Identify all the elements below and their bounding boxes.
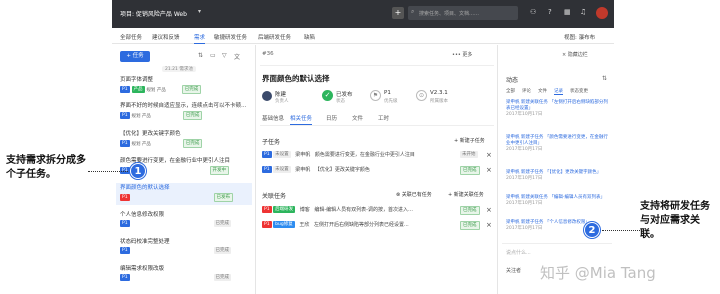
annotation-badge-2: 2 — [584, 222, 600, 238]
assignee-name[interactable]: 陈建 — [275, 90, 286, 98]
project-title[interactable]: 项目: 促销风险产品 Web — [120, 9, 187, 18]
top-bar: 项目: 促销风险产品 Web ▾ + ⌕ 搜索任务、项目、文档…… ⚇ ? ▦ … — [112, 0, 614, 28]
assignee-label: 负责人 — [275, 99, 289, 104]
tab-hours[interactable]: 工时 — [378, 114, 389, 122]
subtasks-title: 子任务 — [262, 139, 281, 146]
annotation-badge-1: 1 — [130, 163, 146, 179]
check-circle-icon: ✓ — [322, 90, 333, 101]
annotation-line — [88, 171, 130, 172]
tab-basic-info[interactable]: 基础信息 — [262, 114, 284, 122]
new-subtask-button[interactable]: + 新建子任务 — [454, 137, 485, 144]
avatar[interactable] — [596, 7, 608, 19]
related-title: 关联任务 — [262, 193, 287, 200]
status-label: 状态 — [336, 99, 345, 104]
priority-label: 优先级 — [384, 99, 398, 104]
list-item[interactable]: 个人信息修改权限 P1 已完成 — [120, 210, 250, 230]
help-icon[interactable]: ? — [548, 8, 552, 16]
tab-all[interactable]: 全部 — [506, 88, 515, 94]
tab-requirements[interactable]: 需求 — [194, 33, 206, 44]
hide-sidebar-button[interactable]: × 隐藏边栏 — [562, 51, 588, 58]
tab-related-tasks[interactable]: 相关任务 — [290, 114, 313, 125]
activity-item: 梁申帆 新建子任务 「颜色需要进行变更，在金融行业中更引人注目」 2017年10月… — [506, 135, 608, 152]
folder-icon[interactable]: ▭ — [210, 52, 216, 59]
annotation-right: 支持将研发任务与对应需求关联。 — [640, 201, 710, 240]
list-item-selected[interactable]: 界面颜色的默认选择 P1 已发布 — [116, 183, 252, 205]
list-item[interactable]: 页面字体调整 P1 产品 规划 产品 已完成 — [120, 75, 250, 95]
activity-panel: × 隐藏边栏 动态 ⇅ 全部 评论 文件 记录 状态变更 梁申帆 新建关联任务 … — [497, 45, 614, 294]
version-label: 所属版本 — [430, 99, 448, 104]
new-task-button[interactable]: + 任务 — [120, 51, 150, 62]
close-icon[interactable]: × — [486, 151, 492, 159]
tab-status-changes[interactable]: 状态变更 — [570, 88, 588, 94]
flag-icon: ⚑ — [370, 90, 381, 101]
tab-feedback[interactable]: 建议和反馈 — [152, 33, 180, 41]
view-switch[interactable]: 视图: 瀑布布 — [564, 33, 595, 41]
task-detail: #36 ••• 更多 界面颜色的默认选择 陈建 负责人 ✓ 已发布 状态 ⚑ P… — [256, 45, 497, 294]
link-existing-button[interactable]: ⊗ 关联已有任务 — [396, 191, 432, 198]
close-icon[interactable]: × — [486, 206, 492, 214]
activity-title: 动态 — [506, 77, 519, 84]
grid-icon[interactable]: ▦ — [564, 8, 571, 16]
tab-files[interactable]: 文件 — [538, 88, 547, 94]
filter-icon[interactable]: ▽ — [222, 52, 227, 59]
search-icon: ⌕ — [411, 8, 415, 15]
sort-icon[interactable]: ⇅ — [602, 75, 607, 82]
related-row[interactable]: P1 后端研发 博客 编辑-编辑人员有双列表-调的按，首次进入… 已完成 × — [262, 206, 492, 215]
tab-agile[interactable]: 敏捷研发任务 — [214, 33, 247, 41]
search-placeholder: 搜索任务、项目、文档…… — [419, 11, 480, 17]
list-item[interactable]: 【优化】更改关键字颜色 P1 规划 产品 已完成 — [120, 129, 250, 149]
status-value[interactable]: 已发布 — [336, 90, 353, 98]
activity-item: 梁申帆 新建关联任务 「编辑-编辑人员有双列表」 2017年10月17日 — [506, 195, 605, 206]
tab-files[interactable]: 文件 — [352, 114, 363, 122]
tab-bugs[interactable]: 缺陷 — [304, 33, 315, 41]
subtask-row[interactable]: P1 未设置 梁申帆 颜色需要进行变更，在金融行业中更引人注目 未开始 × — [262, 151, 492, 159]
add-button[interactable]: + — [392, 7, 404, 19]
task-id: #36 — [262, 51, 274, 57]
followers-label: 关注者 — [506, 268, 522, 274]
more-button[interactable]: ••• 更多 — [452, 51, 472, 58]
version-icon: ⊙ — [416, 90, 427, 101]
activity-item: 梁申帆 新建子任务 「【优化】更改关键字颜色」 2017年10月17日 — [506, 170, 602, 181]
avatar — [262, 91, 272, 101]
comment-input[interactable]: 说点什么... — [506, 249, 531, 256]
list-item[interactable]: 界面不好的时候自适应显示，连续点击可以不卡顿… P1 规划 产品 已完成 — [120, 101, 250, 121]
list-item[interactable]: 状态码校准完整处理 P1 已完成 — [120, 237, 250, 257]
tab-backend[interactable]: 后端研发任务 — [258, 33, 291, 41]
watermark: 知乎 @Mia Tang — [540, 264, 656, 282]
list-item[interactable]: 编辑需求权限改版 P1 已完成 — [120, 264, 250, 284]
close-icon[interactable]: × — [486, 166, 492, 174]
text-icon[interactable]: 文 — [234, 52, 240, 61]
nav-tabs: 全部任务 建议和反馈 需求 敏捷研发任务 后端研发任务 缺陷 视图: 瀑布布 — [112, 28, 614, 44]
task-title[interactable]: 界面颜色的默认选择 — [262, 73, 330, 84]
tab-comments[interactable]: 评论 — [522, 88, 531, 94]
close-icon[interactable]: × — [486, 221, 492, 229]
sort-icon[interactable]: ⇅ — [198, 52, 203, 59]
group-header: 21.21 需求池 — [162, 66, 196, 72]
subtask-row[interactable]: P1 未设置 梁申帆 【优化】更改关键字颜色 已完成 × — [262, 166, 492, 175]
activity-item: 梁申帆 新建关联任务 「左侧打开后右侧缺陷部分列表已经设置」 2017年10月17… — [506, 100, 608, 117]
tab-all-tasks[interactable]: 全部任务 — [120, 33, 142, 41]
chevron-down-icon[interactable]: ▾ — [198, 8, 201, 15]
version-value[interactable]: V2.3.1 — [430, 90, 448, 96]
related-row[interactable]: P1 bug修复 王欣 左侧打开后右侧缺陷等部分列表已经设置... 已完成 × — [262, 221, 492, 230]
new-related-button[interactable]: + 新建关联任务 — [448, 191, 484, 198]
bell-icon[interactable]: ♫ — [580, 8, 586, 16]
annotation-left: 支持需求拆分成多个子任务。 — [6, 155, 86, 180]
search-input[interactable]: ⌕ 搜索任务、项目、文档…… — [408, 6, 518, 20]
priority-value[interactable]: P1 — [384, 90, 391, 96]
tab-calendar[interactable]: 日历 — [326, 114, 337, 122]
tab-records[interactable]: 记录 — [554, 88, 563, 95]
annotation-line — [602, 230, 640, 231]
team-icon[interactable]: ⚇ — [530, 8, 536, 16]
